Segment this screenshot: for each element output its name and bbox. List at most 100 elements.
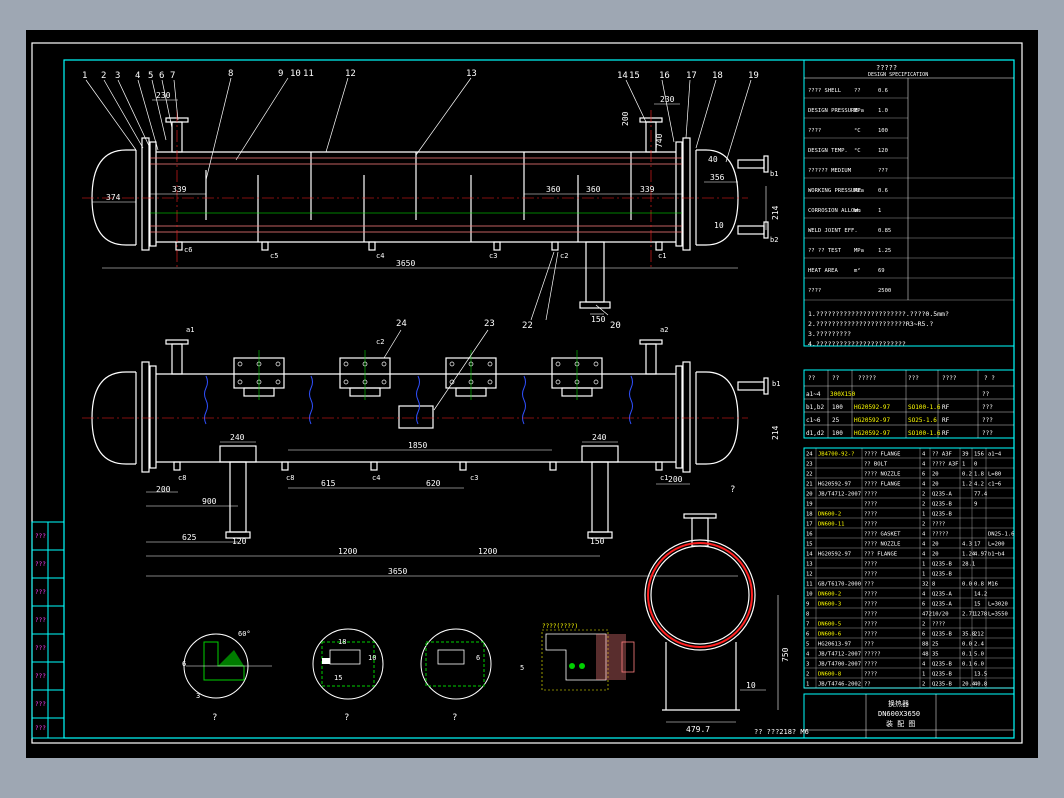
bom-cell: 12 — [806, 572, 813, 578]
bom-cell: JB/T4700-2007 — [818, 662, 861, 668]
spec-rows: ???? SHELL?? 0.6 DESIGN PRESSUREMPa 1.0 ??… — [808, 88, 891, 294]
right-flange — [682, 137, 691, 251]
dim-10-section: 10 — [746, 681, 756, 690]
dim-214-plan: 214 — [771, 425, 780, 440]
dim-40: 40 — [708, 155, 718, 164]
nozzle-c6: c6 — [184, 246, 192, 254]
svg-text:???: ??? — [35, 589, 46, 596]
bom-cell: ???? — [864, 632, 877, 638]
bom-cell: ???? — [864, 502, 877, 508]
bom-cell: 156 — [974, 452, 984, 458]
balloon-3: 3 — [115, 71, 120, 81]
front-support — [585, 241, 605, 303]
bom-cell: 15 — [806, 542, 813, 548]
balloon-18: 18 — [712, 71, 723, 81]
bom-cell: 4 — [922, 532, 926, 538]
plan-nozzle-c2: c2 — [376, 338, 384, 346]
balloon-17: 17 — [686, 71, 697, 81]
bom-cell: 4 — [922, 482, 926, 488]
nozzle-b1: b1 — [770, 170, 778, 178]
bom-cell: 8 — [932, 582, 935, 588]
bom-cell: 6 — [922, 602, 925, 608]
bom-cell: ???? GASKET — [864, 532, 901, 538]
section-shell-red — [647, 542, 753, 648]
bom-cell: 2 — [922, 492, 925, 498]
bom-cell: 4.2 — [974, 482, 984, 488]
svg-text:? ?: ? ? — [984, 375, 995, 382]
bom-cell: ???? — [864, 492, 877, 498]
svg-text:c1~6: c1~6 — [806, 417, 821, 424]
detail1-label: ? — [212, 713, 217, 723]
svg-text:?????? MEDIUM: ?????? MEDIUM — [808, 168, 852, 174]
spec-notes: 1.???????????????????????.????0.5mm? 2.?… — [808, 310, 949, 348]
bom-cell: JB/T4712-2007 — [818, 652, 861, 658]
bom-cell: ?? — [864, 682, 871, 688]
detail4-dim-5: 5 — [520, 664, 524, 672]
svg-text:HEAT AREA: HEAT AREA — [808, 268, 838, 274]
bom-cell: 1.8 — [974, 472, 984, 478]
svg-text:???? SHELL: ???? SHELL — [808, 88, 842, 94]
plan-nozzle-b1: b1 — [772, 380, 780, 388]
detail-4: 5 ????(????) — [520, 623, 635, 691]
bom-cell: 1 — [922, 672, 925, 678]
bom-cell: 21 — [806, 482, 813, 488]
svg-text:WELD JOINT EFF.: WELD JOINT EFF. — [808, 228, 858, 234]
bom-cell: 10 — [806, 592, 813, 598]
svg-text:0.6: 0.6 — [878, 88, 888, 94]
svg-text:°C: °C — [854, 128, 861, 134]
bom-cell: 20 — [932, 472, 939, 478]
svg-text:m²: m² — [854, 267, 861, 274]
balloon-14: 14 — [617, 71, 628, 81]
bom-cell: ??? — [864, 582, 874, 588]
svg-text:??: ?? — [982, 391, 990, 398]
balloon-4: 4 — [135, 71, 140, 81]
bom-cell: 35 — [932, 652, 939, 658]
bom-cell: Q235-B — [932, 562, 953, 568]
svg-text:???: ??? — [878, 168, 888, 174]
front-nozzle-labels: c6 c5 c4 c3 c2 c1 b1 b2 — [184, 170, 778, 260]
bom-cell: DN600-8 — [818, 672, 841, 678]
bom-cell: 0.2 — [962, 472, 972, 478]
title-block: 换热器 DN600X3650 装 配 图 — [803, 693, 1015, 739]
balloon-21: 22 — [522, 321, 533, 331]
bom-cell: L=80 — [988, 472, 1001, 478]
plan-nozzle-c8a: c8 — [178, 474, 186, 482]
bom-cell: 77.4 — [974, 492, 988, 498]
bom-cell: M16 — [988, 582, 998, 588]
drawing-svg: ????????? ????????? ?????? 1 2 3 4 5 6 7… — [31, 42, 1023, 744]
bom-cell: 0.0 — [962, 582, 972, 588]
bom-cell: ??? FLANGE — [864, 552, 897, 558]
cad-canvas[interactable]: ????????? ????????? ?????? 1 2 3 4 5 6 7… — [26, 30, 1038, 758]
bom-cell: ??? — [864, 642, 874, 648]
svg-text:1.25: 1.25 — [878, 248, 891, 254]
dim-339-right: 339 — [640, 185, 655, 194]
bom-cell: 48 — [922, 652, 929, 658]
section-outer-circle — [644, 539, 756, 651]
svg-text:25: 25 — [832, 417, 840, 424]
bom-cell: 0.8 — [974, 582, 984, 588]
bom-cell: 4 — [922, 592, 926, 598]
nozzle-table: ???? ???????? ???? ? ? a1~4 300X150?? b1,b… — [803, 369, 1015, 439]
dim-479-7: 479.7 — [686, 725, 710, 734]
nozzle-rows: a1~4 300X150?? b1,b2 100 HG20592-97 SO100-1.… — [806, 391, 993, 437]
svg-text:100: 100 — [878, 128, 888, 134]
dim-200: 200 — [621, 111, 630, 126]
svg-text:???: ??? — [35, 725, 46, 732]
bom-cell: ???? — [932, 622, 945, 628]
svg-text:0.85: 0.85 — [878, 228, 891, 234]
screen: ????????? ????????? ?????? 1 2 3 4 5 6 7… — [0, 0, 1064, 798]
bom-cell: ???? — [932, 522, 945, 528]
svg-text:1: 1 — [878, 208, 881, 214]
detail2-label: ? — [344, 713, 349, 723]
bom-cell: 22 — [806, 472, 813, 478]
svg-text:0.6: 0.6 — [878, 188, 888, 194]
bom-cell: 1278 — [974, 612, 987, 618]
bom-cell: 20 — [932, 552, 939, 558]
bom-cell: 6 — [806, 632, 809, 638]
bom-cell: Q235-B — [932, 662, 953, 668]
plan-dimension-text: 240 240 1850 615 620 200 200 900 625 120… — [156, 425, 780, 576]
svg-text:mm: mm — [854, 208, 861, 214]
bom-cell: 212 — [974, 632, 984, 638]
dim-200-left: 200 — [156, 485, 171, 494]
bom-cell: 2 — [922, 622, 925, 628]
